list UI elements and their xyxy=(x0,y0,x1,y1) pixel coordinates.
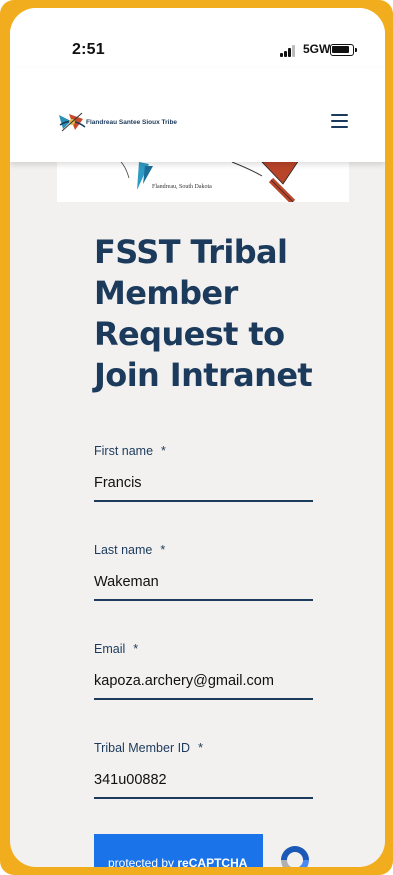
network-indicator: 5GW xyxy=(303,42,331,56)
recaptcha-icon[interactable] xyxy=(275,842,315,867)
status-time: 2:51 xyxy=(72,41,105,58)
tribal-member-id-field: Tribal Member ID * xyxy=(94,741,313,799)
required-mark: * xyxy=(198,741,203,755)
first-name-field: First name * xyxy=(94,444,313,502)
hero-image: Flandreau, South Dakota xyxy=(57,162,349,202)
last-name-field: Last name * xyxy=(94,543,313,601)
last-name-input[interactable] xyxy=(94,571,313,601)
signal-icon xyxy=(280,45,298,57)
tribal-member-id-label: Tribal Member ID * xyxy=(94,741,203,755)
page-title: FSST Tribal Member Request to Join Intra… xyxy=(94,233,313,394)
first-name-label: First name * xyxy=(94,444,166,458)
recaptcha-text: protected by reCAPTCHA xyxy=(108,856,248,867)
email-label: Email * xyxy=(94,642,139,656)
tribe-logo-icon[interactable] xyxy=(57,111,87,133)
required-mark: * xyxy=(133,642,139,656)
required-mark: * xyxy=(161,444,166,458)
battery-icon xyxy=(330,44,357,56)
device-frame: 2:51 5GW Flandreau Santee Sioux Tribe Fl… xyxy=(0,0,393,875)
recaptcha-badge[interactable]: protected by reCAPTCHA xyxy=(94,834,263,867)
last-name-label: Last name * xyxy=(94,543,166,557)
first-name-input[interactable] xyxy=(94,472,313,502)
required-mark: * xyxy=(160,543,166,557)
brand-name[interactable]: Flandreau Santee Sioux Tribe xyxy=(86,119,177,126)
email-field: Email * xyxy=(94,642,313,700)
site-header: Flandreau Santee Sioux Tribe xyxy=(10,68,385,162)
tribal-seal-graphic xyxy=(120,162,299,202)
hero-caption: Flandreau, South Dakota xyxy=(152,184,212,190)
tribal-member-id-input[interactable] xyxy=(94,769,313,799)
hamburger-menu-icon[interactable] xyxy=(331,113,349,129)
status-bar: 2:51 5GW xyxy=(10,8,385,68)
email-input[interactable] xyxy=(94,670,313,700)
phone-screen: 2:51 5GW Flandreau Santee Sioux Tribe Fl… xyxy=(10,8,385,867)
